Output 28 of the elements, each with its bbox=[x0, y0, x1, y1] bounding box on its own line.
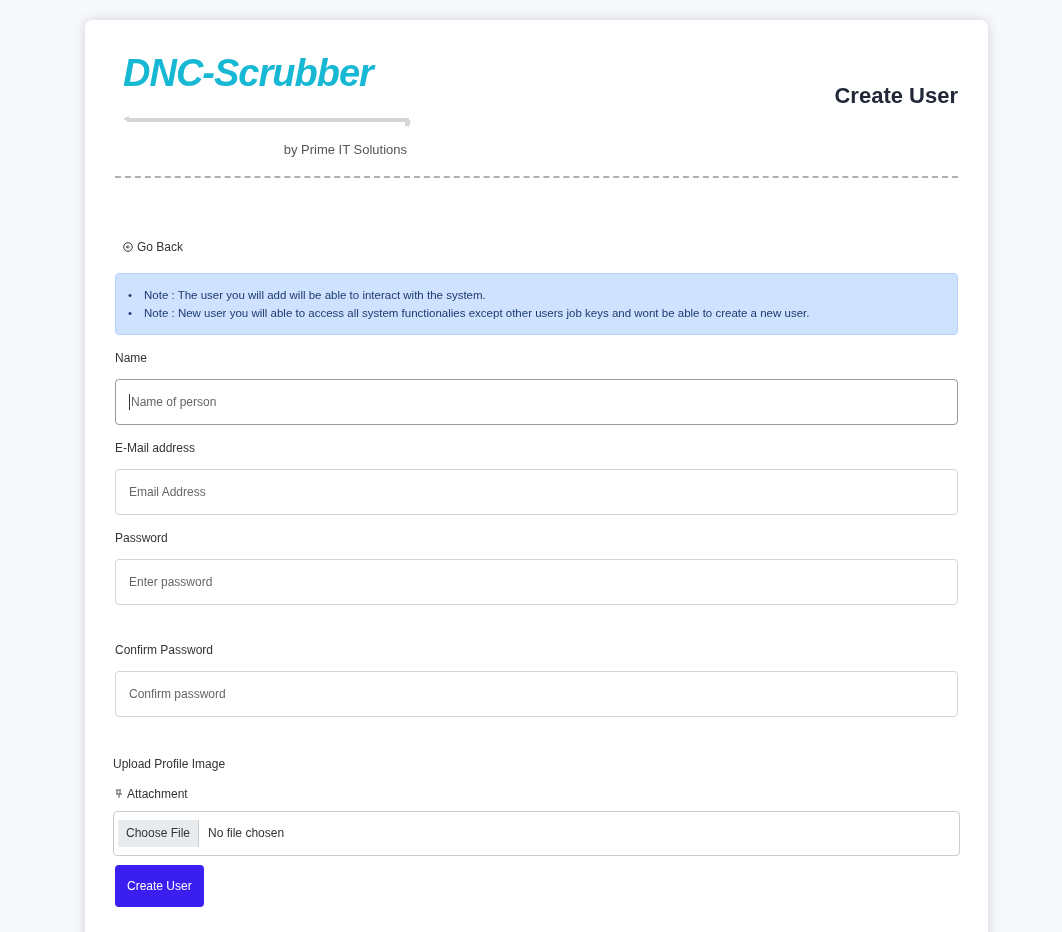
file-input[interactable]: Choose File No file chosen bbox=[113, 810, 960, 856]
placeholder-text: Confirm password bbox=[129, 685, 226, 703]
field-label: Password bbox=[115, 529, 169, 547]
choose-file-button[interactable]: Choose File bbox=[118, 819, 200, 847]
file-status: No file chosen bbox=[208, 825, 285, 842]
placeholder-text: Email Address bbox=[129, 483, 206, 501]
go-back-link[interactable]: Go Back bbox=[123, 237, 184, 256]
bullet: • bbox=[128, 287, 134, 303]
text-field[interactable]: Confirm password bbox=[115, 670, 958, 717]
logo: DNC-Scrubber bbox=[123, 50, 407, 96]
bullet: • bbox=[128, 305, 134, 321]
field-label: E-Mail address bbox=[115, 439, 197, 457]
text-field[interactable]: Enter password bbox=[115, 558, 958, 605]
placeholder-text: Name of person bbox=[131, 393, 217, 411]
create-user-button[interactable]: Create User bbox=[115, 864, 204, 907]
pin-icon bbox=[115, 789, 123, 798]
placeholder-text: Enter password bbox=[129, 573, 213, 591]
text-cursor bbox=[129, 393, 130, 410]
upload-title: Upload Profile Image bbox=[113, 755, 227, 773]
byline: by Prime IT Solutions bbox=[283, 141, 407, 159]
field-label: Name bbox=[115, 349, 148, 367]
attachment-label: Attachment bbox=[127, 785, 188, 803]
text-field[interactable]: Name of person bbox=[115, 378, 958, 425]
field-label: Confirm Password bbox=[115, 641, 215, 659]
text-field[interactable]: Email Address bbox=[115, 468, 958, 515]
note-text: Note : New user you will able to access all system functionalies except other users job keys and wont be able to create a new user. bbox=[144, 305, 810, 321]
note-text: Note : The user you will add will be able to interact with the system. bbox=[144, 287, 486, 303]
page-title: Create User bbox=[834, 82, 958, 111]
